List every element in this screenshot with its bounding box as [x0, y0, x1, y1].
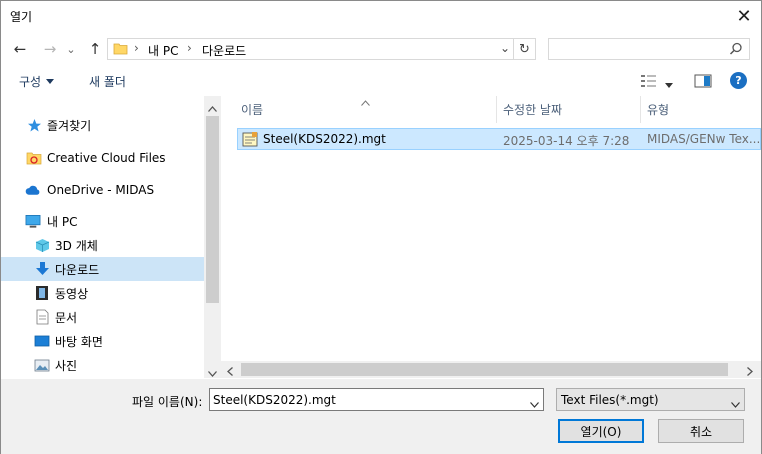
- filter-value: Text Files(*.mgt): [561, 393, 659, 407]
- dialog-footer: 파일 이름(N): Text Files(*.mgt) 열기(O) 취소: [1, 379, 761, 454]
- new-folder-button[interactable]: 새 폴더: [89, 73, 126, 90]
- column-type[interactable]: 유형: [647, 96, 669, 123]
- scroll-up-icon[interactable]: [208, 101, 217, 115]
- breadcrumb-this-pc[interactable]: 내 PC: [148, 42, 178, 59]
- sidebar-item-label: 내 PC: [47, 214, 78, 229]
- forward-arrow-icon: →: [43, 40, 57, 58]
- column-name[interactable]: 이름: [241, 96, 263, 123]
- sidebar-item-creative-cloud[interactable]: Creative Cloud Files: [1, 146, 204, 170]
- column-header-row: 이름 수정한 날짜 유형: [221, 96, 761, 123]
- open-file-dialog: 열기 ✕ ← → ⌄ ↑ › 내 PC › 다운로드 ⌄ ↻ 구성 새 폴더 ?…: [0, 0, 762, 454]
- scroll-right-icon[interactable]: [747, 365, 753, 379]
- breadcrumb-downloads[interactable]: 다운로드: [202, 42, 246, 59]
- view-dropdown-icon[interactable]: [665, 77, 673, 88]
- 3d-objects-icon: [34, 237, 50, 253]
- sidebar-item-3d-objects[interactable]: 3D 개체: [1, 233, 204, 257]
- sidebar-item-label: 즐겨찾기: [47, 118, 92, 133]
- scroll-down-icon[interactable]: [208, 366, 217, 380]
- sidebar-item-label: Creative Cloud Files: [47, 151, 166, 165]
- search-input[interactable]: [553, 41, 723, 57]
- recent-locations-button[interactable]: ⌄: [64, 39, 78, 59]
- creative-cloud-folder-icon: [26, 150, 42, 166]
- sidebar-item-pictures[interactable]: 사진: [1, 353, 204, 377]
- organize-button[interactable]: 구성: [19, 73, 55, 90]
- caret-down-icon: [46, 79, 55, 84]
- breadcrumb-separator: ›: [187, 41, 192, 55]
- cancel-button[interactable]: 취소: [658, 419, 744, 443]
- forward-button[interactable]: →: [40, 39, 60, 59]
- star-icon: [26, 117, 42, 133]
- document-icon: [34, 309, 50, 325]
- mgt-file-icon: [242, 131, 258, 147]
- back-button[interactable]: ←: [10, 39, 30, 59]
- onedrive-cloud-icon: [25, 182, 41, 198]
- filename-input[interactable]: [213, 392, 513, 407]
- chevron-down-icon[interactable]: [530, 397, 539, 411]
- sidebar-item-downloads[interactable]: 다운로드: [1, 257, 204, 281]
- help-button[interactable]: ?: [730, 72, 747, 89]
- organize-label: 구성: [19, 75, 42, 89]
- film-strip-icon: [34, 285, 50, 301]
- sidebar-item-documents[interactable]: 문서: [1, 305, 204, 329]
- file-name: Steel(KDS2022).mgt: [263, 132, 386, 146]
- sidebar-item-videos[interactable]: 동영상: [1, 281, 204, 305]
- dialog-title: 열기: [10, 10, 33, 24]
- close-icon: ✕: [736, 5, 752, 27]
- title-bar: 열기 ✕: [1, 1, 761, 31]
- picture-icon: [34, 357, 50, 373]
- sidebar-item-label: OneDrive - MIDAS: [47, 183, 155, 197]
- address-dropdown-icon[interactable]: ⌄: [500, 41, 510, 55]
- sidebar-item-label: 문서: [55, 310, 78, 325]
- view-options-icon[interactable]: [640, 74, 658, 88]
- sidebar-item-quick-access[interactable]: 즐겨찾기: [1, 113, 204, 137]
- close-button[interactable]: ✕: [727, 1, 761, 31]
- open-button[interactable]: 열기(O): [558, 419, 644, 443]
- computer-icon: [25, 213, 41, 229]
- back-arrow-icon: ←: [13, 40, 27, 58]
- sidebar-item-label: 사진: [55, 358, 78, 373]
- download-arrow-icon: [34, 261, 50, 277]
- address-bar[interactable]: › 내 PC › 다운로드 ⌄: [107, 38, 514, 60]
- search-box[interactable]: [548, 38, 750, 60]
- desktop-icon: [34, 333, 50, 349]
- file-list-hscrollbar[interactable]: [221, 361, 761, 378]
- preview-pane-icon[interactable]: [694, 74, 712, 88]
- folder-icon: [113, 41, 128, 56]
- column-divider[interactable]: [496, 96, 497, 123]
- sidebar-item-onedrive[interactable]: OneDrive - MIDAS: [1, 178, 204, 202]
- filename-label: 파일 이름(N):: [132, 395, 203, 409]
- column-date-modified[interactable]: 수정한 날짜: [503, 96, 562, 123]
- up-arrow-icon: ↑: [88, 40, 102, 58]
- sidebar-item-label: 3D 개체: [55, 238, 98, 253]
- filename-combobox[interactable]: [209, 388, 544, 411]
- command-toolbar: 구성 새 폴더 ?: [1, 67, 761, 95]
- up-button[interactable]: ↑: [85, 39, 105, 59]
- sidebar-item-desktop[interactable]: 바탕 화면: [1, 329, 204, 353]
- breadcrumb-separator: ›: [134, 41, 139, 55]
- file-list-row[interactable]: Steel(KDS2022).mgt 2025-03-14 오후 7:28 MI…: [237, 128, 761, 150]
- column-divider[interactable]: [640, 96, 641, 123]
- sidebar-item-label: 다운로드: [55, 262, 100, 277]
- refresh-button[interactable]: ↻: [514, 38, 536, 60]
- navigation-pane: 즐겨찾기 Creative Cloud Files OneDrive - MID…: [1, 96, 204, 378]
- search-icon: [729, 42, 743, 56]
- chevron-down-icon: ⌄: [66, 42, 76, 56]
- file-type: MIDAS/GENw Tex...: [647, 132, 761, 146]
- scroll-thumb[interactable]: [206, 116, 219, 303]
- file-type-filter[interactable]: Text Files(*.mgt): [556, 388, 745, 411]
- scroll-thumb[interactable]: [241, 363, 728, 376]
- sort-ascending-icon: [361, 95, 370, 109]
- file-date-modified: 2025-03-14 오후 7:28: [503, 134, 630, 148]
- sidebar-item-label: 동영상: [55, 286, 89, 301]
- chevron-down-icon: [731, 397, 740, 411]
- scroll-left-icon[interactable]: [227, 365, 233, 379]
- help-icon: ?: [735, 74, 742, 87]
- sidebar-scrollbar[interactable]: [204, 96, 221, 378]
- sidebar-item-this-pc[interactable]: 내 PC: [1, 209, 204, 233]
- refresh-icon: ↻: [519, 41, 530, 57]
- sidebar-item-label: 바탕 화면: [55, 334, 103, 349]
